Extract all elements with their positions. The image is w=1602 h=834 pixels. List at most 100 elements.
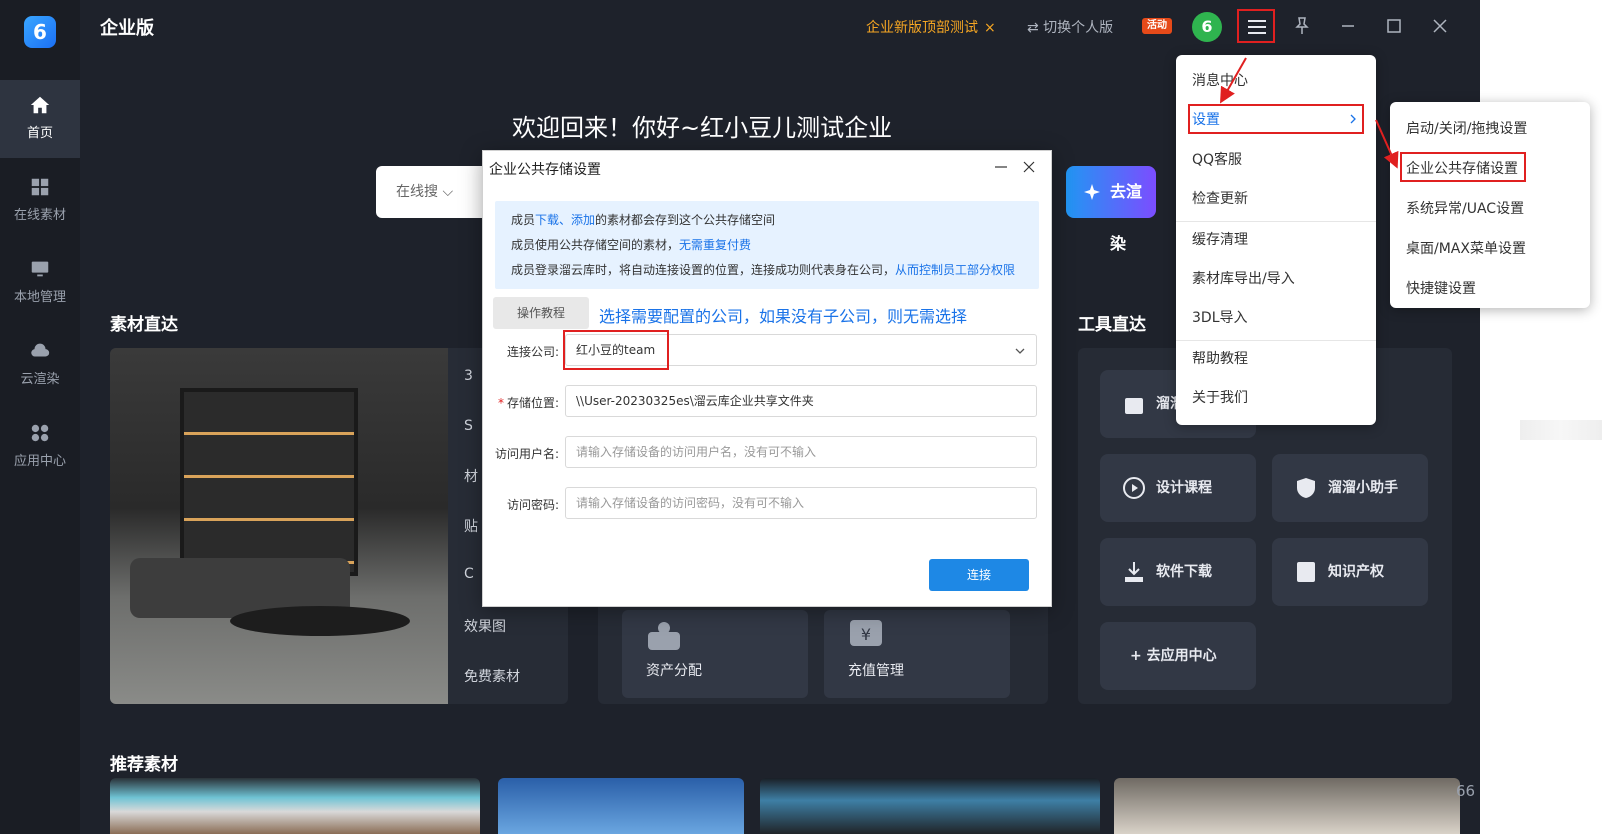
category-item[interactable]: C (464, 566, 474, 582)
cloud-icon (31, 343, 50, 357)
menu-item-qq-support[interactable]: QQ客服 (1192, 149, 1242, 169)
promo-banner[interactable]: 企业新版顶部测试 × (866, 17, 996, 37)
chevron-down-icon (1015, 348, 1025, 354)
password-label: 访问密码: (506, 498, 559, 512)
settings-submenu: 启动/关闭/拖拽设置 企业公共存储设置 系统异常/UAC设置 桌面/MAX菜单设… (1390, 102, 1590, 308)
sidebar-item-label: 云渲染 (20, 372, 60, 387)
asset-icon (648, 622, 680, 650)
sidebar: 6 首页 在线素材 本地管理 云渲染 应用中心 (0, 0, 80, 834)
maximize-icon[interactable] (1382, 14, 1406, 38)
main-dropdown-menu: 消息中心 设置 QQ客服 检查更新 缓存清理 素材库导出/导入 3DL导入 帮助… (1176, 55, 1376, 425)
search-scope-label: 在线搜 (396, 184, 438, 200)
recommend-image[interactable] (498, 778, 744, 834)
go-render-button[interactable]: 去渲染 (1066, 166, 1156, 253)
menu-item-3dl-import[interactable]: 3DL导入 (1192, 307, 1248, 327)
asset-allocation-card[interactable]: 资产分配 (622, 610, 808, 698)
yen-card-icon: ¥ (850, 620, 882, 646)
menu-divider (1176, 221, 1376, 222)
info-link[interactable]: 下载、添加 (535, 213, 595, 227)
menu-item-cache-clear[interactable]: 缓存清理 (1192, 229, 1248, 249)
submenu-item-startup[interactable]: 启动/关闭/拖拽设置 (1406, 118, 1527, 138)
category-item[interactable]: 效果图 (464, 616, 506, 636)
submenu-item-shortcuts[interactable]: 快捷键设置 (1406, 278, 1476, 298)
tool-label: 知识产权 (1328, 564, 1384, 580)
search-scope-select[interactable]: 在线搜 ⌵ (376, 166, 486, 218)
info-link[interactable]: 无需重复付费 (679, 238, 751, 252)
tutorial-button[interactable]: 操作教程 (493, 297, 589, 329)
pin-icon[interactable] (1290, 14, 1314, 38)
dialog-title: 企业公共存储设置 (489, 162, 601, 178)
menu-item-about[interactable]: 关于我们 (1192, 387, 1248, 407)
storage-label: * 存储位置: (497, 396, 559, 410)
home-icon (30, 96, 50, 114)
sidebar-item-cloud-render[interactable]: 云渲染 (0, 326, 80, 404)
switch-personal-button[interactable]: ⇄ 切换个人版 (1027, 17, 1113, 37)
recharge-management-card[interactable]: ¥ 充值管理 (824, 610, 1010, 698)
connect-button[interactable]: 连接 (929, 559, 1029, 591)
tool-design-course[interactable]: 设计课程 (1100, 454, 1256, 522)
promo-close-button[interactable]: × (984, 20, 996, 36)
minimize-icon[interactable] (991, 157, 1011, 177)
sidebar-item-local-management[interactable]: 本地管理 (0, 244, 80, 322)
go-render-label: 去渲染 (1110, 182, 1143, 253)
username-field[interactable]: 请输入存储设备的访问用户名，没有可不输入 (565, 436, 1037, 468)
tool-assistant[interactable]: 溜溜小助手 (1272, 454, 1428, 522)
interior-render-image[interactable] (110, 348, 448, 704)
submenu-item-enterprise-storage[interactable]: 企业公共存储设置 (1406, 158, 1518, 178)
sidebar-item-label: 在线素材 (13, 208, 66, 223)
tool-software-download[interactable]: 软件下载 (1100, 538, 1256, 606)
event-badge[interactable]: 活动 (1142, 18, 1172, 34)
tool-ip[interactable]: 知识产权 (1272, 538, 1428, 606)
menu-item-help[interactable]: 帮助教程 (1192, 348, 1248, 368)
recommend-image[interactable] (1114, 778, 1460, 834)
storage-settings-dialog: 企业公共存储设置 成员下载、添加的素材都会存到这个公共存储空间 成员使用公共存储… (482, 150, 1052, 607)
menu-item-settings[interactable]: 设置 (1192, 109, 1220, 129)
minimize-icon[interactable] (1336, 14, 1360, 38)
sidebar-item-home[interactable]: 首页 (0, 80, 80, 158)
avatar[interactable]: 6 (1192, 12, 1222, 42)
recommend-image[interactable] (760, 778, 1100, 834)
info-line: 成员下载、添加的素材都会存到这个公共存储空间 (511, 213, 776, 227)
app-title: 企业版 (100, 18, 154, 39)
category-item[interactable]: S (464, 418, 473, 434)
recharge-management-label: 充值管理 (848, 663, 904, 679)
info-line: 成员使用公共存储空间的素材，无需重复付费 (511, 238, 752, 252)
sparkle-icon (1084, 184, 1100, 200)
tool-go-app-center[interactable]: + 去应用中心 (1100, 622, 1256, 690)
tool-label: 设计课程 (1156, 480, 1212, 496)
storage-path-field[interactable]: \\User-20230325es\溜云库企业共享文件夹 (565, 385, 1037, 417)
category-item[interactable]: 3 (464, 368, 473, 384)
page-number: 66 (1456, 782, 1476, 800)
menu-item-export-import[interactable]: 素材库导出/导入 (1192, 268, 1295, 288)
category-item[interactable]: 免费素材 (464, 666, 520, 686)
password-field[interactable]: 请输入存储设备的访问密码，没有可不输入 (565, 487, 1037, 519)
info-link[interactable]: 从而控制员工部分权限 (895, 263, 1015, 277)
info-line: 成员登录溜云库时，将自动连接设置的位置，连接成功则代表身在公司，从而控制员工部分… (511, 263, 1016, 277)
materials-section-title: 素材直达 (110, 315, 178, 335)
main-menu-button[interactable] (1237, 9, 1275, 43)
grid-icon (31, 178, 49, 196)
submenu-item-desktop-menu[interactable]: 桌面/MAX菜单设置 (1406, 238, 1526, 258)
welcome-heading: 欢迎回来！你好~红小豆儿测试企业 (512, 114, 893, 142)
blurred-fragment (1520, 420, 1602, 440)
app-logo: 6 (24, 16, 56, 48)
play-icon (1123, 477, 1145, 499)
category-item[interactable]: 贴 (464, 516, 478, 536)
close-icon[interactable] (1428, 14, 1452, 38)
tools-section-title: 工具直达 (1078, 315, 1146, 335)
monitor-icon (31, 261, 49, 277)
company-highlight (563, 330, 669, 370)
submenu-item-uac[interactable]: 系统异常/UAC设置 (1406, 198, 1524, 218)
menu-item-messages[interactable]: 消息中心 (1192, 70, 1248, 90)
menu-item-check-update[interactable]: 检查更新 (1192, 188, 1248, 208)
recommend-image[interactable] (110, 778, 480, 834)
tool-label: 溜溜小助手 (1328, 480, 1398, 496)
sidebar-item-online-materials[interactable]: 在线素材 (0, 162, 80, 240)
close-icon[interactable] (1019, 157, 1039, 177)
username-label: 访问用户名: (494, 447, 559, 461)
sidebar-item-label: 应用中心 (13, 454, 66, 469)
sidebar-item-app-center[interactable]: 应用中心 (0, 408, 80, 486)
menu-divider (1176, 340, 1376, 341)
category-item[interactable]: 材 (464, 466, 478, 486)
management-panel: 资产分配 ¥ 充值管理 (598, 596, 1048, 704)
